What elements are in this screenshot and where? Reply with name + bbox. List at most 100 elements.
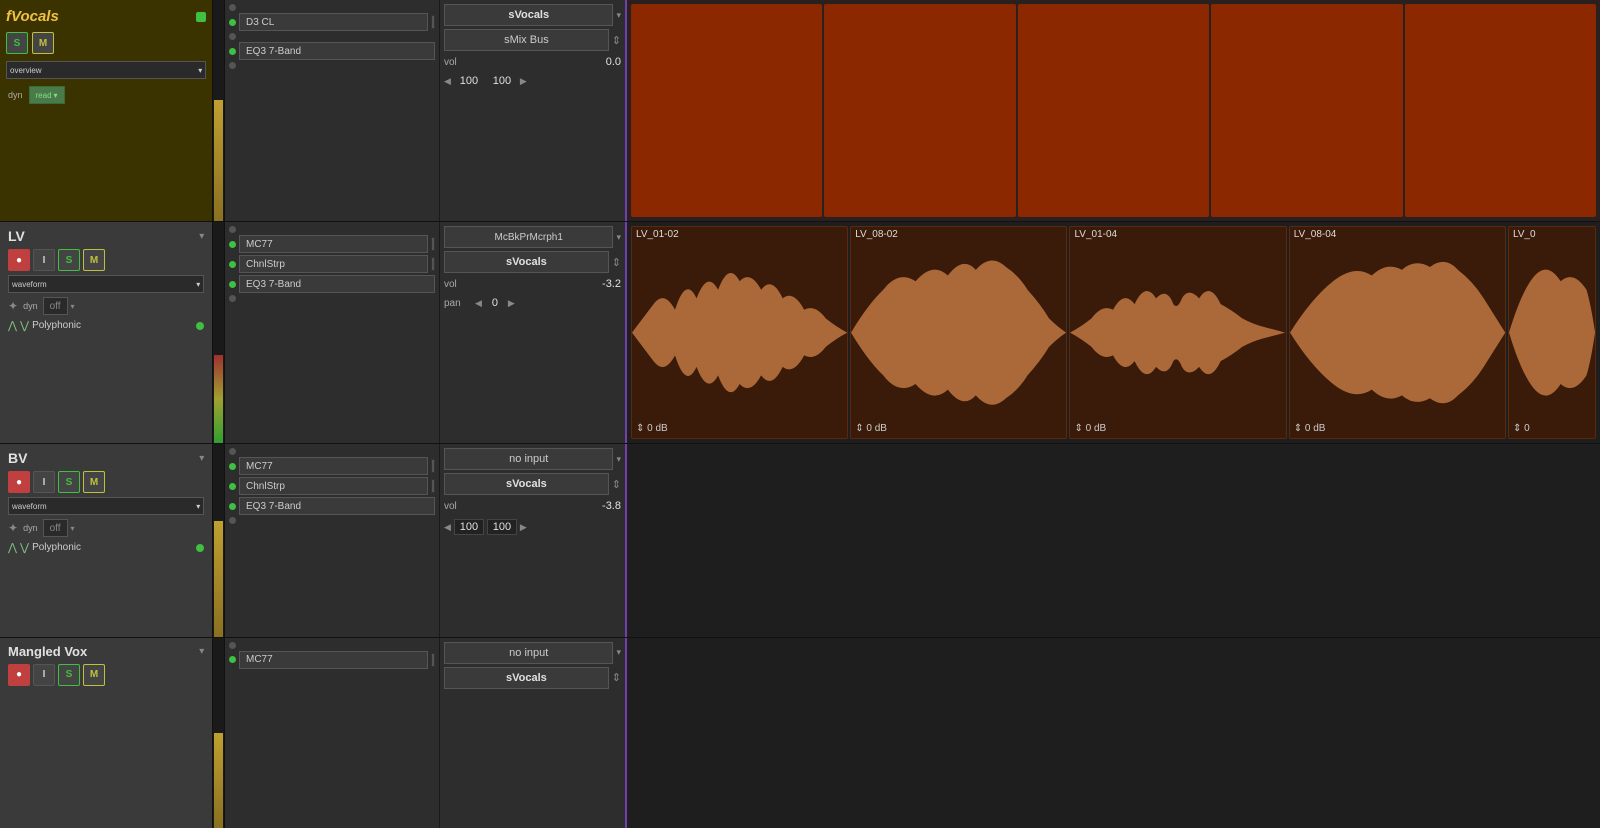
lv-clip-3[interactable]: LV_01-04 ⇕ 0 dB [1069, 226, 1286, 439]
bv-bus-btn[interactable]: sVocals [444, 473, 609, 495]
lv-plugin1-btn[interactable]: MC77 [239, 235, 428, 253]
mangled-mute-button[interactable]: M [83, 664, 105, 686]
bv-mute-button[interactable]: M [83, 471, 105, 493]
lv-clip-4[interactable]: LV_08-04 ⇕ 0 dB [1289, 226, 1506, 439]
fvocals-clip-5[interactable] [1405, 4, 1596, 217]
fvocals-vol-label: vol [444, 57, 472, 68]
lv-input-button[interactable]: I [33, 249, 55, 271]
lv-input-row: McBkPrMcrph1 ▾ [444, 226, 621, 248]
lv-off-dropdown[interactable]: ▾ [71, 302, 75, 311]
lv-clip-1-db: ⇕ 0 dB [636, 423, 668, 434]
lv-view-label: waveform [12, 280, 47, 289]
mangled-input-btn[interactable]: no input [444, 642, 613, 664]
fvocals-plugin2-btn[interactable]: EQ3 7-Band [239, 42, 435, 60]
lv-io: McBkPrMcrph1 ▾ sVocals ⇕ vol -3.2 pan ◀ [440, 222, 625, 443]
right-panel: LV_01-02 ⇕ 0 dB LV_08-02 ⇕ 0 dB LV [625, 0, 1600, 828]
bv-input-arrow: ▾ [616, 454, 621, 465]
fvocals-pan-val2: 100 [487, 75, 517, 87]
fvocals-header: fVocals S M overview ▾ [0, 0, 213, 221]
mangled-bus-btn[interactable]: sVocals [444, 667, 609, 689]
fvocals-clip-2[interactable] [824, 4, 1015, 217]
lv-clip-5[interactable]: LV_0 ⇕ 0 [1508, 226, 1596, 439]
lv-pan-left-arrow[interactable]: ◀ [475, 298, 482, 309]
bv-plugin3-btn[interactable]: EQ3 7-Band [239, 497, 435, 515]
fvocals-pan-val1: 100 [454, 75, 484, 87]
lv-clips-area: LV_01-02 ⇕ 0 dB LV_08-02 ⇕ 0 dB LV [625, 222, 1600, 443]
playhead-line-2 [625, 222, 627, 443]
mangled-plugin1-level [431, 653, 435, 667]
fvocals-vol-value: 0.0 [474, 56, 621, 68]
mangled-controls-row: ● I S M [4, 663, 208, 687]
bv-off-btn[interactable]: off [43, 519, 68, 537]
bv-vol-label: vol [444, 501, 472, 512]
mangled-bus-icon: ⇕ [612, 671, 621, 684]
bv-polyphonic-label: Polyphonic [32, 542, 81, 553]
fvocals-clip-4[interactable] [1211, 4, 1402, 217]
fvocals-clip-3[interactable] [1018, 4, 1209, 217]
lv-clip-3-label: LV_01-04 [1074, 229, 1117, 240]
bv-view-dropdown[interactable]: waveform ▾ [8, 497, 204, 515]
mangled-io: no input ▾ sVocals ⇕ [440, 638, 625, 828]
bv-plugin3-row: EQ3 7-Band [229, 497, 435, 515]
lv-rec-button[interactable]: ● [8, 249, 30, 271]
bv-view-label: waveform [12, 502, 47, 511]
left-panel: fVocals S M overview ▾ [0, 0, 625, 828]
fvocals-dyn-label: dyn [6, 90, 25, 100]
lv-off-btn[interactable]: off [43, 297, 68, 315]
fvocals-smix-btn[interactable]: sMix Bus [444, 29, 609, 51]
lv-clip-2[interactable]: LV_08-02 ⇕ 0 dB [850, 226, 1067, 439]
mangled-dropdown-arrow[interactable]: ▾ [199, 646, 204, 657]
bv-rec-button[interactable]: ● [8, 471, 30, 493]
mangled-bus-row: sVocals ⇕ [444, 667, 621, 689]
mangled-input-button[interactable]: I [33, 664, 55, 686]
lv-input-btn[interactable]: McBkPrMcrph1 [444, 226, 613, 248]
mangled-dot1 [229, 642, 236, 649]
fvocals-plugin1-btn[interactable]: D3 CL [239, 13, 428, 31]
bv-dot5 [229, 517, 236, 524]
bv-input-row: no input ▾ [444, 448, 621, 470]
fvocals-meter [213, 0, 225, 221]
fvocals-dot5 [229, 62, 236, 69]
bv-plugin1-btn[interactable]: MC77 [239, 457, 428, 475]
mangled-left-section: Mangled Vox ▾ ● I S M [0, 638, 625, 828]
fvocals-pan-left-arrow[interactable]: ◀ [444, 76, 451, 87]
lv-clip-5-db: ⇕ 0 [1513, 423, 1530, 434]
bv-input-btn[interactable]: no input [444, 448, 613, 470]
fvocals-view-dropdown[interactable]: overview ▾ [6, 61, 206, 79]
fvocals-solo-button[interactable]: S [6, 32, 28, 54]
bv-meter [213, 444, 225, 636]
mangled-plugin1-btn[interactable]: MC77 [239, 651, 428, 669]
lv-clip-1[interactable]: LV_01-02 ⇕ 0 dB [631, 226, 848, 439]
bv-pan-val2: 100 [487, 519, 517, 535]
fvocals-read-btn[interactable]: read ▾ [29, 86, 65, 104]
lv-pan-right-arrow[interactable]: ▶ [508, 298, 515, 309]
fvocals-clip-1[interactable] [631, 4, 822, 217]
bv-dropdown-arrow[interactable]: ▾ [199, 453, 204, 464]
lv-bus-btn[interactable]: sVocals [444, 251, 609, 273]
bv-pan-right-arrow[interactable]: ▶ [520, 522, 527, 533]
bv-input-button[interactable]: I [33, 471, 55, 493]
lv-track-row: LV ▾ ● I S M waveform ▾ [0, 222, 625, 443]
mangled-solo-button[interactable]: S [58, 664, 80, 686]
lv-dropdown-arrow[interactable]: ▾ [199, 231, 204, 242]
bv-clips-area [625, 444, 1600, 636]
bv-off-dropdown[interactable]: ▾ [71, 524, 75, 533]
fvocals-mute-button[interactable]: M [32, 32, 54, 54]
fvocals-bus-btn[interactable]: sVocals [444, 4, 613, 26]
bv-pan-left-arrow[interactable]: ◀ [444, 522, 451, 533]
mangled-rec-button[interactable]: ● [8, 664, 30, 686]
lv-plugin2-btn[interactable]: ChnlStrp [239, 255, 428, 273]
fvocals-meter-fill [214, 100, 223, 222]
bv-solo-button[interactable]: S [58, 471, 80, 493]
lv-solo-button[interactable]: S [58, 249, 80, 271]
fvocals-dot4 [229, 48, 236, 55]
lv-left-section: LV ▾ ● I S M waveform ▾ [0, 222, 625, 443]
fvocals-pan-right-arrow[interactable]: ▶ [520, 76, 527, 87]
bv-plugin2-btn[interactable]: ChnlStrp [239, 477, 428, 495]
fvocals-plugin2-row: EQ3 7-Band [229, 42, 435, 60]
lv-view-dropdown[interactable]: waveform ▾ [8, 275, 204, 293]
lv-plugin3-btn[interactable]: EQ3 7-Band [239, 275, 435, 293]
mangled-clips-area [625, 638, 1600, 828]
bv-io: no input ▾ sVocals ⇕ vol -3.8 ◀ 100 10 [440, 444, 625, 636]
lv-mute-button[interactable]: M [83, 249, 105, 271]
